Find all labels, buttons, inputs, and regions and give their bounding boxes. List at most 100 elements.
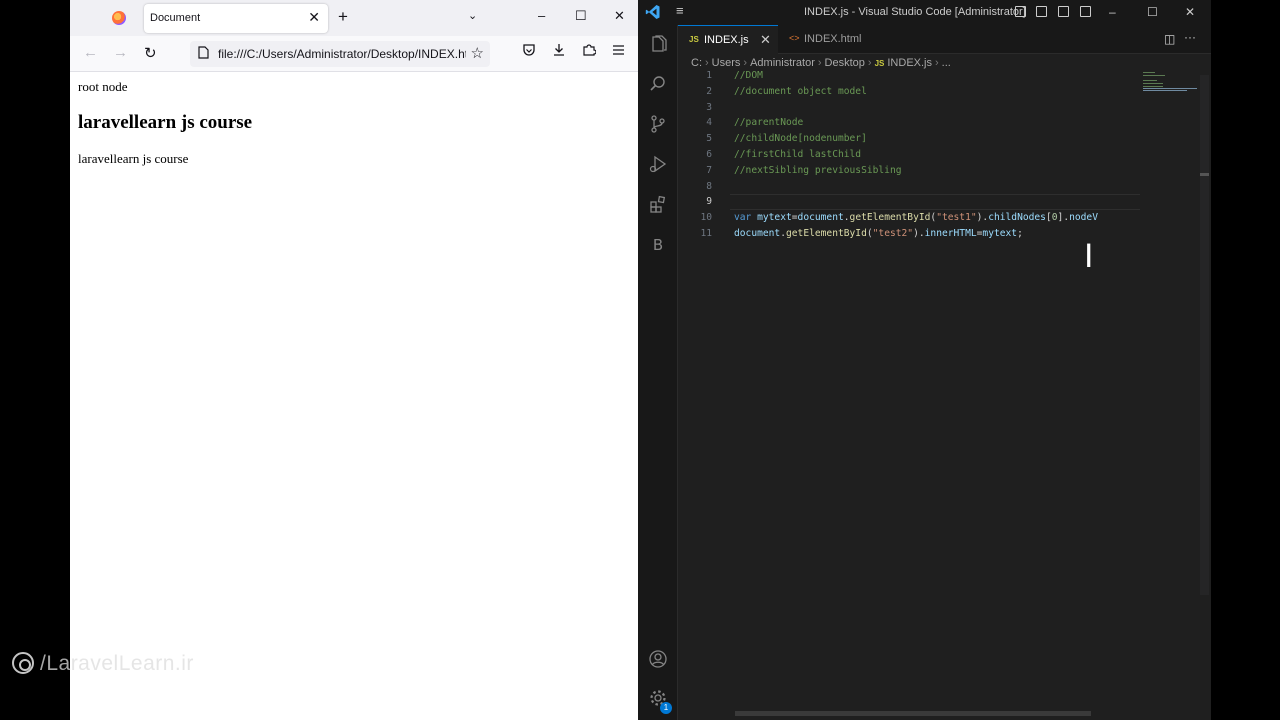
minimize-button[interactable]: –: [1109, 5, 1116, 19]
firefox-logo-icon: [112, 11, 126, 25]
code-editor[interactable]: 1 //DOM 2 //document object model 3 4 //parent…: [678, 70, 1200, 710]
breadcrumb: C: › Users › Administrator › Desktop › JS INDEX.j…: [691, 57, 951, 69]
browser-tab-document[interactable]: Document ✕: [144, 4, 328, 33]
explorer-icon[interactable]: [638, 34, 678, 59]
search-icon[interactable]: [638, 74, 678, 99]
line-number: 5: [706, 133, 712, 145]
breadcrumb-item[interactable]: INDEX.js: [887, 57, 932, 69]
code-line[interactable]: 8: [678, 181, 1148, 197]
code-line[interactable]: 7 //nextSibling previousSibling: [678, 165, 1148, 181]
line-number: 4: [706, 117, 712, 129]
menu-icon[interactable]: [612, 43, 625, 59]
minimap-line: [1143, 75, 1165, 76]
breadcrumb-item[interactable]: Users: [712, 57, 741, 69]
url-bar[interactable]: file:///C:/Users/Administrator/Desktop/I…: [190, 41, 490, 67]
javascript-file-icon: JS: [874, 59, 885, 68]
code-text: //childNode[nodenumber]: [734, 133, 867, 145]
breadcrumb-separator: ›: [743, 57, 748, 69]
activity-bar: B 1: [638, 25, 678, 720]
page-paragraph-root-node: root node: [78, 79, 128, 94]
minimap[interactable]: [1141, 70, 1199, 100]
code-line[interactable]: 4 //parentNode: [678, 117, 1148, 133]
manage-gear-icon[interactable]: 1: [638, 688, 678, 714]
code-line[interactable]: 6 //firstChild lastChild: [678, 149, 1148, 165]
close-tab-icon[interactable]: ✕: [760, 32, 771, 48]
reload-button[interactable]: ↻: [144, 44, 157, 62]
code-line[interactable]: 11 document.getElementById("test2").inner…: [678, 228, 1148, 244]
minimize-button[interactable]: –: [538, 8, 545, 23]
line-number: 8: [706, 180, 712, 192]
firefox-window: Document ✕ + ⌄ – ☐ ✕ ← → ↻ file:///C:/Us…: [70, 0, 638, 720]
breadcrumb-item[interactable]: ...: [942, 57, 951, 69]
code-line[interactable]: 1 //DOM: [678, 70, 1148, 86]
line-number: 10: [700, 212, 712, 224]
split-editor-icon[interactable]: ◫: [1164, 32, 1175, 46]
toggle-panel-icon[interactable]: [1036, 6, 1047, 17]
run-debug-icon[interactable]: [638, 154, 678, 179]
minimap-line: [1143, 90, 1187, 91]
film-reel-icon: [12, 652, 34, 674]
line-number: 1: [706, 70, 712, 81]
source-control-icon[interactable]: [638, 114, 678, 139]
tab-label: INDEX.js: [704, 34, 749, 46]
code-text: //firstChild lastChild: [734, 149, 862, 160]
toggle-sidebar-icon[interactable]: [1015, 6, 1026, 17]
code-line[interactable]: 2 //document object model: [678, 86, 1148, 102]
code-line[interactable]: 9: [678, 196, 1148, 212]
breadcrumb-item[interactable]: C:: [691, 57, 702, 69]
page-paragraph-test2: laravellearn js course: [78, 151, 189, 166]
code-text: document.getElementById("test2").innerHT…: [734, 228, 1023, 239]
more-actions-icon[interactable]: ···: [1184, 30, 1196, 44]
browser-nav-bar: ← → ↻ file:///C:/Users/Administrator/Des…: [70, 36, 638, 72]
scrollbar-thumb[interactable]: [1200, 173, 1209, 176]
toggle-secondary-sidebar-icon[interactable]: [1058, 6, 1069, 17]
watermark-text: /LaravelLearn.ir: [40, 652, 194, 675]
code-text: //parentNode: [734, 117, 804, 129]
breadcrumb-separator: ›: [867, 57, 872, 69]
close-window-button[interactable]: ✕: [1185, 5, 1195, 19]
code-line[interactable]: 3: [678, 102, 1148, 118]
new-tab-button[interactable]: +: [338, 7, 348, 27]
bookmark-star-icon[interactable]: ☆: [471, 44, 484, 62]
update-badge: 1: [660, 702, 672, 714]
browser-tab-bar: Document ✕ + ⌄ – ☐ ✕: [70, 0, 638, 36]
extensions-icon[interactable]: [638, 194, 678, 219]
file-page-icon: [198, 46, 209, 62]
desktop: Document ✕ + ⌄ – ☐ ✕ ← → ↻ file:///C:/Us…: [0, 0, 1280, 720]
b-extension-icon[interactable]: B: [638, 236, 678, 254]
code-line[interactable]: 10 var mytext=document.getElementById("te…: [678, 212, 1148, 228]
line-number: 2: [706, 85, 712, 97]
extensions-icon[interactable]: [582, 43, 597, 60]
line-number: 7: [706, 164, 712, 176]
breadcrumb-item[interactable]: Administrator: [750, 57, 815, 69]
javascript-file-icon: JS: [689, 35, 699, 44]
code-line[interactable]: 5 //childNode[nodenumber]: [678, 133, 1148, 149]
close-tab-icon[interactable]: ✕: [308, 9, 320, 26]
forward-button[interactable]: →: [113, 44, 128, 61]
close-window-button[interactable]: ✕: [614, 8, 625, 24]
url-text[interactable]: file:///C:/Users/Administrator/Desktop/I…: [218, 47, 466, 61]
code-text: //DOM: [734, 70, 763, 81]
html-file-icon: <>: [789, 33, 800, 43]
tab-label: INDEX.html: [804, 33, 862, 45]
maximize-button[interactable]: ☐: [1147, 5, 1158, 19]
browser-tab-title: Document: [150, 12, 201, 24]
back-button[interactable]: ←: [83, 44, 98, 61]
list-all-tabs-button[interactable]: ⌄: [468, 9, 477, 22]
maximize-button[interactable]: ☐: [575, 8, 587, 24]
shield-icon[interactable]: [522, 43, 536, 60]
vertical-scrollbar[interactable]: [1200, 75, 1209, 595]
line-number: 11: [700, 228, 712, 239]
minimap-line: [1143, 86, 1163, 87]
download-icon[interactable]: [552, 43, 566, 60]
application-menu-icon[interactable]: ≡: [676, 3, 684, 18]
tab-index-html[interactable]: <> INDEX.html: [778, 25, 876, 54]
customize-layout-icon[interactable]: [1080, 6, 1091, 17]
horizontal-scrollbar[interactable]: [735, 711, 1091, 716]
breadcrumb-item[interactable]: Desktop: [825, 57, 865, 69]
accounts-icon[interactable]: [638, 649, 678, 674]
minimap-line: [1143, 72, 1155, 73]
vscode-window: ≡ INDEX.js - Visual Studio Code [Adminis…: [638, 0, 1211, 720]
code-text: //nextSibling previousSibling: [734, 164, 902, 176]
tab-index-js[interactable]: JS INDEX.js ✕: [678, 25, 778, 54]
